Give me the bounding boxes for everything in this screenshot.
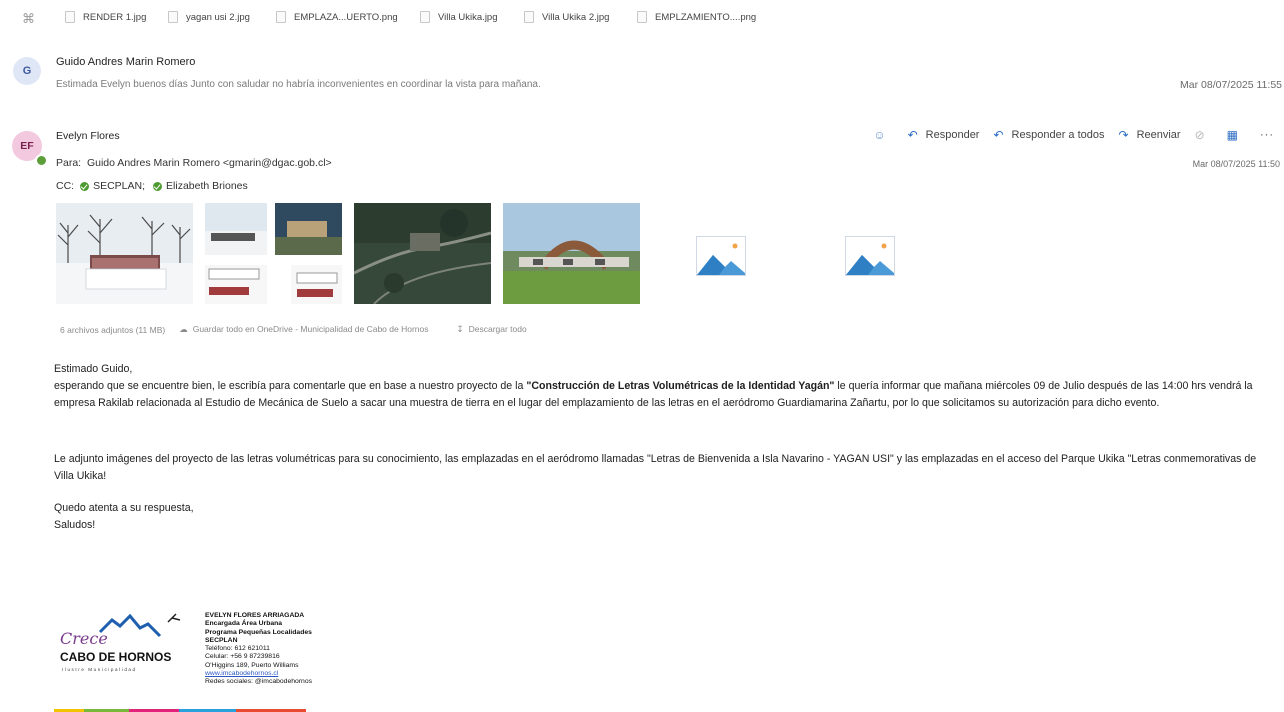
filter-button[interactable]: ⊘ bbox=[1195, 128, 1213, 142]
attachment-thumbnail[interactable] bbox=[354, 203, 491, 304]
signature-website-link[interactable]: www.imcabodehornos.cl bbox=[205, 670, 312, 678]
filter-icon: ⊘ bbox=[1194, 128, 1205, 142]
municipality-logo: Crece CABO DE HORNOS Ilustre Municipalid… bbox=[56, 610, 196, 674]
avatar[interactable]: G bbox=[13, 57, 41, 85]
to-line: Para: Guido Andres Marin Romero <gmarin@… bbox=[56, 157, 332, 169]
signature-role: Programa Pequeñas Localidades bbox=[205, 628, 312, 636]
attachment-name: EMPLAZA...UERTO.png bbox=[294, 11, 398, 23]
ellipsis-icon: ··· bbox=[1260, 129, 1274, 141]
forward-button[interactable]: ↷ Reenviar bbox=[1119, 128, 1181, 142]
signature-cell: Celular: +56 9 87239816 bbox=[205, 653, 280, 661]
image-placeholder-icon bbox=[697, 237, 745, 275]
forward-icon: ↷ bbox=[1118, 128, 1129, 142]
attachment-name: RENDER 1.jpg bbox=[83, 11, 147, 23]
reply-all-label: Responder a todos bbox=[1011, 129, 1105, 141]
file-icon bbox=[420, 11, 430, 23]
cc-recipient[interactable]: SECPLAN; bbox=[93, 180, 145, 192]
presence-available-icon bbox=[80, 181, 90, 191]
more-actions-button[interactable]: ··· bbox=[1260, 129, 1274, 141]
message-toolbar: ☺ ↶ Responder ↶ Responder a todos ↷ Reenvia… bbox=[859, 128, 1274, 142]
render-thumbnail-image bbox=[56, 203, 193, 304]
body-text: esperando que se encuentre bien, le escr… bbox=[54, 380, 527, 392]
attachment-thumbnail[interactable] bbox=[503, 203, 640, 304]
image-placeholder[interactable] bbox=[696, 236, 746, 276]
attachment-name: EMPLZAMIENTO....png bbox=[655, 11, 757, 23]
to-label: Para: bbox=[56, 157, 82, 169]
logo-sub: Ilustre Municipalidad bbox=[62, 667, 137, 672]
message-body: Estimado Guido, esperando que se encuent… bbox=[54, 361, 1264, 534]
paperclip-icon: ⌘ bbox=[22, 11, 35, 26]
reply-all-icon: ↶ bbox=[993, 128, 1004, 142]
presence-available-icon bbox=[153, 181, 163, 191]
reply-label: Responder bbox=[925, 129, 980, 141]
attachment-chip[interactable]: Villa Ukika 2.jpg bbox=[524, 11, 609, 23]
apps-button[interactable]: ▦ bbox=[1227, 128, 1246, 142]
aerial-map-thumbnail-image bbox=[354, 203, 491, 304]
cc-recipient[interactable]: Elizabeth Briones bbox=[166, 180, 248, 192]
body-paragraph: esperando que se encuentre bien, le escr… bbox=[54, 378, 1264, 412]
signature-dept: SECPLAN bbox=[205, 636, 238, 644]
file-icon bbox=[524, 11, 534, 23]
sender-name[interactable]: Evelyn Flores bbox=[56, 130, 120, 142]
signature-block: EVELYN FLORES ARRIAGADA Encargada Área U… bbox=[205, 612, 312, 687]
file-icon bbox=[637, 11, 647, 23]
project-name: "Construcción de Letras Volumétricas de … bbox=[526, 380, 835, 392]
image-placeholder-icon bbox=[846, 237, 894, 275]
attachment-thumbnail[interactable] bbox=[56, 203, 193, 304]
grid-icon: ▦ bbox=[1226, 128, 1238, 142]
attachment-chip[interactable]: RENDER 1.jpg bbox=[65, 11, 146, 23]
attachment-chip[interactable]: Villa Ukika.jpg bbox=[420, 11, 498, 23]
body-greeting: Estimado Guido, bbox=[54, 363, 133, 375]
attachments-meta: 6 archivos adjuntos (11 MB) ☁ Guardar tod… bbox=[60, 324, 555, 335]
attachment-chip[interactable]: EMPLZAMIENTO....png bbox=[637, 11, 756, 23]
reply-button[interactable]: ↶ Responder bbox=[908, 128, 980, 142]
attachment-name: yagan usi 2.jpg bbox=[186, 11, 250, 23]
body-closing: Quedo atenta a su respuesta, bbox=[54, 502, 194, 514]
logo-name: CABO DE HORNOS bbox=[60, 650, 171, 664]
attachment-thumbnail[interactable] bbox=[205, 203, 342, 304]
save-onedrive-link[interactable]: ☁ Guardar todo en OneDrive - Municipalida… bbox=[179, 324, 442, 335]
logo-script: Crece bbox=[60, 629, 108, 648]
cc-label: CC: bbox=[56, 180, 75, 192]
forward-label: Reenviar bbox=[1136, 129, 1181, 141]
presence-indicator bbox=[35, 154, 48, 167]
file-icon bbox=[65, 11, 75, 23]
body-paragraph: Le adjunto imágenes del proyecto de las … bbox=[54, 453, 1257, 482]
signature-social: Redes sociales: @imcabodehornos bbox=[205, 678, 313, 686]
message-date: Mar 08/07/2025 11:55 bbox=[1180, 79, 1282, 91]
villa-ukika-thumbnail-image bbox=[503, 203, 640, 304]
download-all-link[interactable]: ↧ Descargar todo bbox=[456, 324, 540, 335]
emoji-button[interactable]: ☺ bbox=[873, 128, 893, 142]
reply-icon: ↶ bbox=[907, 128, 918, 142]
file-icon bbox=[276, 11, 286, 23]
cc-line: CC: SECPLAN; Elizabeth Briones bbox=[56, 180, 248, 192]
signature-role: Encargada Área Urbana bbox=[205, 620, 283, 628]
attachments-count: 6 archivos adjuntos (11 MB) bbox=[60, 324, 166, 335]
body-closing: Saludos! bbox=[54, 519, 96, 531]
download-icon: ↧ bbox=[456, 324, 464, 334]
message-preview[interactable]: Estimada Evelyn buenos días Junto con sa… bbox=[56, 79, 541, 90]
attachment-name: Villa Ukika 2.jpg bbox=[542, 11, 610, 23]
cloud-icon: ☁ bbox=[179, 324, 188, 334]
attachment-chip[interactable]: yagan usi 2.jpg bbox=[168, 11, 250, 23]
save-onedrive-label: Guardar todo en OneDrive - Municipalidad… bbox=[192, 324, 429, 334]
to-recipient[interactable]: Guido Andres Marin Romero <gmarin@dgac.g… bbox=[87, 157, 332, 169]
file-icon bbox=[168, 11, 178, 23]
image-placeholder[interactable] bbox=[845, 236, 895, 276]
attachment-name: Villa Ukika.jpg bbox=[438, 11, 498, 23]
download-all-label: Descargar todo bbox=[468, 324, 527, 334]
message-date: Mar 08/07/2025 11:50 bbox=[1192, 159, 1280, 169]
sender-name[interactable]: Guido Andres Marin Romero bbox=[56, 56, 195, 68]
signature-address: O'Higgins 189, Puerto Williams bbox=[205, 661, 299, 669]
attachment-chip[interactable]: EMPLAZA...UERTO.png bbox=[276, 11, 398, 23]
emoji-icon: ☺ bbox=[873, 128, 886, 142]
reply-all-button[interactable]: ↶ Responder a todos bbox=[993, 128, 1104, 142]
yagan-usi-thumbnail-image bbox=[205, 203, 342, 304]
signature-phone: Teléfono: 612 621011 bbox=[205, 645, 270, 653]
